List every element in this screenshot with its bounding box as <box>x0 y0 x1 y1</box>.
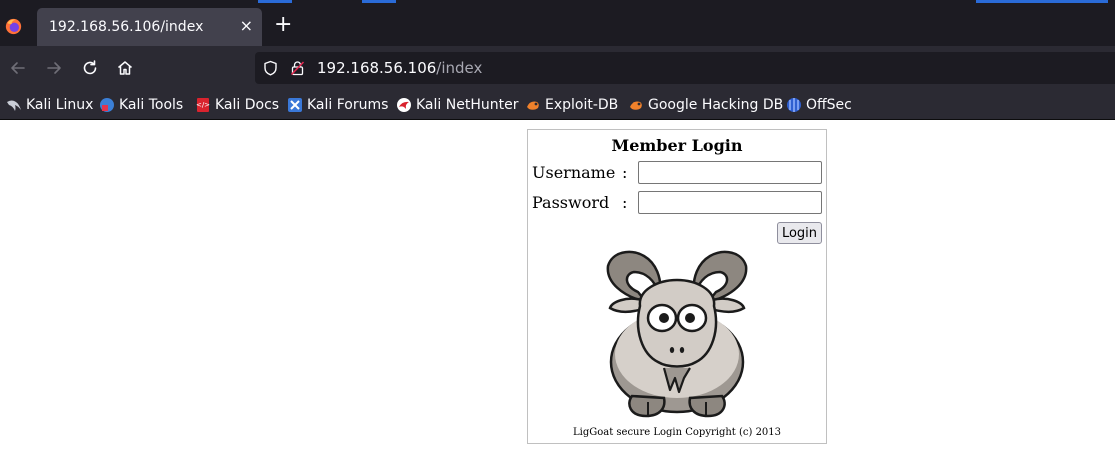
back-arrow-icon[interactable] <box>9 59 27 77</box>
password-input[interactable] <box>638 191 822 214</box>
tab-strip-indicator <box>362 0 396 3</box>
bookmark-label: Kali Linux <box>26 97 94 113</box>
insecure-lock-icon[interactable] <box>290 60 305 76</box>
nethunter-icon <box>397 98 411 112</box>
bookmark-kali-docs[interactable]: </> Kali Docs <box>195 96 279 114</box>
copyright-text: LigGoat secure Login Copyright (c) 2013 <box>572 427 782 438</box>
bookmark-kali-forums[interactable]: Kali Forums <box>287 96 388 114</box>
exploit-db-icon <box>527 101 539 110</box>
new-tab-icon[interactable]: + <box>274 14 292 36</box>
bookmark-label: Exploit-DB <box>545 97 619 113</box>
kali-tools-icon <box>100 98 114 112</box>
tab-strip-indicator <box>258 0 292 3</box>
username-input[interactable] <box>638 161 822 184</box>
bookmark-kali-nethunter[interactable]: Kali NetHunter <box>396 96 518 114</box>
login-button[interactable]: Login <box>777 222 822 244</box>
tab-title: 192.168.56.106/index <box>49 19 204 35</box>
offsec-icon <box>787 98 801 112</box>
bookmark-label: Kali NetHunter <box>416 97 519 113</box>
svg-text:</>: </> <box>196 101 210 109</box>
bookmark-label: Kali Tools <box>119 97 184 113</box>
url-host: 192.168.56.106 <box>317 59 437 77</box>
tab-bar: 192.168.56.106/index × + <box>0 0 1115 47</box>
navigation-toolbar: 192.168.56.106/index <box>0 46 1115 89</box>
bookmark-google-hacking-db[interactable]: Google Hacking DB <box>628 96 783 114</box>
browser-tab-active[interactable]: 192.168.56.106/index × <box>37 8 262 47</box>
bookmark-label: Google Hacking DB <box>648 97 784 113</box>
home-icon[interactable] <box>116 59 134 77</box>
password-colon: : <box>622 193 628 212</box>
password-label: Password <box>532 193 610 212</box>
bookmark-kali-tools[interactable]: Kali Tools <box>99 96 183 114</box>
bookmarks-toolbar: Kali Linux Kali Tools </> Kali Docs Kali… <box>0 89 1115 120</box>
bookmark-label: Kali Docs <box>215 97 280 113</box>
tab-strip-indicator <box>976 0 1108 3</box>
forward-arrow-icon[interactable] <box>45 59 63 77</box>
bookmark-label: OffSec <box>806 97 852 113</box>
reload-icon[interactable] <box>81 59 99 77</box>
bookmark-exploit-db[interactable]: Exploit-DB <box>525 96 618 114</box>
ghdb-icon <box>630 101 642 110</box>
kali-docs-icon: </> <box>196 98 210 112</box>
close-tab-icon[interactable]: × <box>240 17 253 35</box>
bookmark-label: Kali Forums <box>307 97 389 113</box>
username-label: Username <box>532 163 616 182</box>
url-path: /index <box>436 59 483 77</box>
goat-mascot-image <box>606 250 748 418</box>
shield-icon[interactable] <box>263 60 278 76</box>
login-form: Member Login Username : Password : Login… <box>527 129 827 444</box>
login-title: Member Login <box>611 136 743 155</box>
kali-dragon-icon <box>7 100 21 111</box>
url-text[interactable]: 192.168.56.106/index <box>317 59 482 77</box>
address-bar[interactable]: 192.168.56.106/index <box>255 52 1115 84</box>
bookmark-offsec[interactable]: OffSec <box>786 96 852 114</box>
kali-forums-icon <box>288 98 302 112</box>
bookmark-kali-linux[interactable]: Kali Linux <box>6 96 93 114</box>
username-colon: : <box>622 163 628 182</box>
firefox-icon[interactable] <box>5 18 22 35</box>
